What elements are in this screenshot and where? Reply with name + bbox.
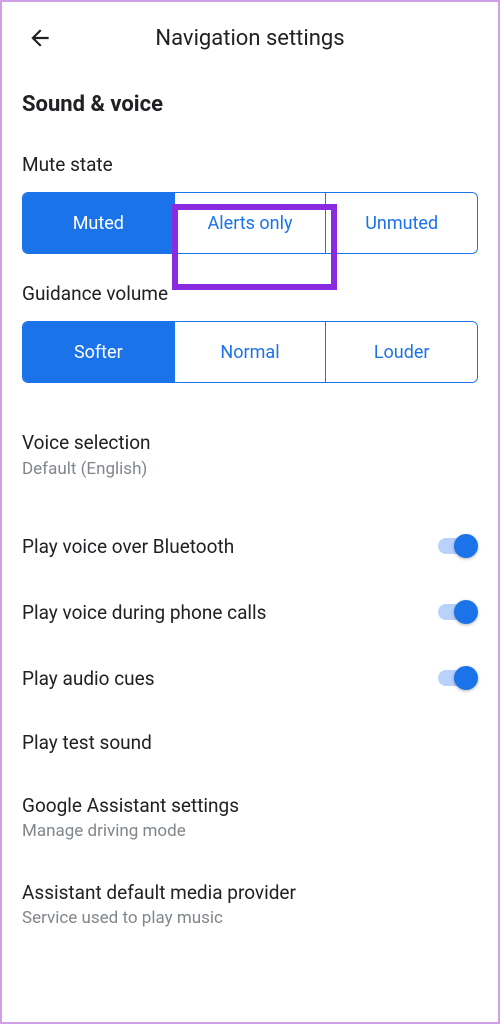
voice-selection-value: Default (English) <box>22 459 478 479</box>
mute-state-label: Mute state <box>22 153 478 176</box>
assistant-title: Google Assistant settings <box>22 794 478 817</box>
bluetooth-toggle[interactable] <box>434 533 478 559</box>
back-button[interactable] <box>22 20 58 56</box>
audio-cues-toggle[interactable] <box>434 665 478 691</box>
test-sound-label: Play test sound <box>22 731 478 754</box>
content: Sound & voice Mute state Muted Alerts on… <box>2 72 498 928</box>
audio-cues-label: Play audio cues <box>22 667 434 690</box>
media-provider-title: Assistant default media provider <box>22 881 478 904</box>
mute-state-alerts-only[interactable]: Alerts only <box>175 193 327 253</box>
voice-selection-row[interactable]: Voice selection Default (English) <box>22 411 478 499</box>
toggle-thumb <box>454 534 478 558</box>
bluetooth-label: Play voice over Bluetooth <box>22 535 434 558</box>
volume-normal[interactable]: Normal <box>175 322 327 382</box>
phone-calls-label: Play voice during phone calls <box>22 601 434 624</box>
toggle-thumb <box>454 666 478 690</box>
mute-state-muted[interactable]: Muted <box>23 193 175 253</box>
test-sound-row[interactable]: Play test sound <box>22 711 478 774</box>
media-provider-row[interactable]: Assistant default media provider Service… <box>22 861 478 928</box>
audio-cues-row[interactable]: Play audio cues <box>22 645 478 711</box>
header: Navigation settings <box>2 2 498 72</box>
voice-selection-title: Voice selection <box>22 431 478 454</box>
assistant-subtitle: Manage driving mode <box>22 821 478 841</box>
toggle-thumb <box>454 600 478 624</box>
media-provider-subtitle: Service used to play music <box>22 908 478 928</box>
bluetooth-row[interactable]: Play voice over Bluetooth <box>22 513 478 579</box>
arrow-left-icon <box>27 25 53 51</box>
mute-state-control: Muted Alerts only Unmuted <box>22 192 478 254</box>
assistant-settings-row[interactable]: Google Assistant settings Manage driving… <box>22 774 478 861</box>
mute-state-unmuted[interactable]: Unmuted <box>326 193 477 253</box>
phone-calls-row[interactable]: Play voice during phone calls <box>22 579 478 645</box>
page-title: Navigation settings <box>58 26 442 51</box>
section-heading: Sound & voice <box>22 92 478 117</box>
guidance-volume-control: Softer Normal Louder <box>22 321 478 383</box>
guidance-volume-label: Guidance volume <box>22 282 478 305</box>
phone-calls-toggle[interactable] <box>434 599 478 625</box>
volume-softer[interactable]: Softer <box>23 322 175 382</box>
volume-louder[interactable]: Louder <box>326 322 477 382</box>
